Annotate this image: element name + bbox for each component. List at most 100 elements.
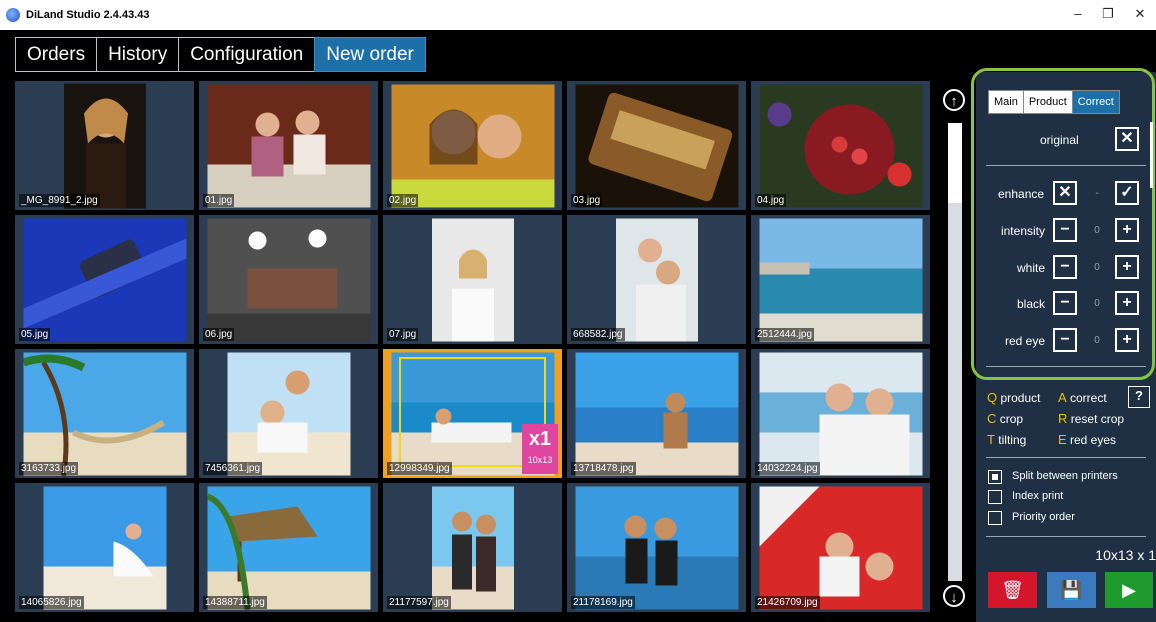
original-reset-button[interactable]: ✕ [1115,127,1139,151]
tab-configuration[interactable]: Configuration [178,37,316,72]
split-printers-label: Split between printers [1012,470,1118,482]
photo-thumbnail [759,352,922,475]
photo-filename: 14065826.jpg [19,596,84,609]
red-eye-value: 0 [1094,335,1100,346]
play-icon: ▶ [1122,580,1136,600]
black-plus-button[interactable]: + [1115,291,1139,315]
tab-product[interactable]: Product [1022,90,1073,114]
photo-tile[interactable]: _MG_8991_2.jpg [15,81,194,210]
split-printers-checkbox[interactable] [988,470,1002,484]
photo-thumbnail [227,352,350,475]
scroll-down-button[interactable]: ↓ [943,585,965,607]
black-minus-button[interactable]: − [1053,291,1077,315]
photo-filename: 07.jpg [387,328,419,341]
window-title: DiLand Studio 2.4.43.43 [26,9,150,21]
order-summary: 10x13 x 1 [1095,547,1156,563]
grid-scrollbar[interactable]: ↑ ↓ [941,85,969,615]
photo-tile[interactable]: 14065826.jpg [15,483,194,612]
photo-grid: _MG_8991_2.jpg 01.jpg 02.jpg 03.jpg 04.j… [15,81,933,616]
photo-tile[interactable]: 21177597.jpg [383,483,562,612]
help-button[interactable]: ? [1128,386,1150,408]
intensity-label: intensity [1000,224,1045,238]
shortcut-tilting: T tilting [987,432,1027,447]
close-window-button[interactable]: ✕ [1130,6,1150,22]
photo-thumbnail [431,218,514,341]
restore-button[interactable]: ❐ [1098,6,1118,22]
save-button[interactable]: 💾 [1047,572,1096,608]
photo-tile[interactable]: 668582.jpg [567,215,746,344]
photo-tile[interactable]: 02.jpg [383,81,562,210]
delete-button[interactable]: 🗑 [988,572,1037,608]
scroll-up-button[interactable]: ↑ [943,89,965,111]
photo-filename: 21426709.jpg [755,596,820,609]
enhance-on-button[interactable]: ✓ [1115,181,1139,205]
photo-filename: 02.jpg [387,194,419,207]
photo-tile[interactable]: 21426709.jpg [751,483,930,612]
photo-tile[interactable]: 2512444.jpg [751,215,930,344]
photo-filename: 12998349.jpg [387,462,452,475]
send-order-button[interactable]: ▶ [1105,572,1153,608]
index-print-label: Index print [1012,490,1064,502]
photo-filename: 21177597.jpg [387,596,451,609]
divider [986,457,1146,458]
divider [986,165,1146,166]
white-value: 0 [1094,262,1100,273]
priority-order-checkbox[interactable] [988,511,1002,525]
photo-tile-selected[interactable]: x1 10x13 12998349.jpg [383,349,562,478]
original-label: original [1040,133,1079,147]
photo-filename: 14032224.jpg [755,462,820,475]
photo-filename: 668582.jpg [571,328,625,341]
white-minus-button[interactable]: − [1053,255,1077,279]
tab-main[interactable]: Main [988,90,1024,114]
photo-tile[interactable]: 21178169.jpg [567,483,746,612]
photo-filename: 14388711.jpg [203,596,267,609]
divider [986,536,1146,537]
photo-tile[interactable]: 07.jpg [383,215,562,344]
photo-filename: 7456361.jpg [203,462,263,475]
enhance-separator: - [1095,188,1099,199]
tab-correct[interactable]: Correct [1071,90,1120,114]
index-print-checkbox[interactable] [988,490,1002,504]
white-plus-button[interactable]: + [1115,255,1139,279]
photo-tile[interactable]: 14032224.jpg [751,349,930,478]
photo-thumbnail [431,486,514,609]
photo-thumbnail [759,84,922,207]
tab-orders[interactable]: Orders [15,37,98,72]
photo-tile[interactable]: 04.jpg [751,81,930,210]
photo-tile[interactable]: 3163733.jpg [15,349,194,478]
scroll-thumb[interactable] [948,123,962,203]
intensity-plus-button[interactable]: + [1115,218,1139,242]
photo-tile[interactable]: 01.jpg [199,81,378,210]
enhance-label: enhance [998,187,1045,201]
red-eye-minus-button[interactable]: − [1053,328,1077,352]
tab-history[interactable]: History [96,37,180,72]
photo-thumbnail [207,218,370,341]
photo-thumbnail [207,486,370,609]
shortcut-red-eyes: E red eyes [1058,432,1117,447]
black-value: 0 [1094,298,1100,309]
priority-order-label: Priority order [1012,511,1075,523]
minimize-button[interactable]: – [1068,6,1088,21]
intensity-minus-button[interactable]: − [1053,218,1077,242]
photo-filename: 04.jpg [755,194,787,207]
panel-scrollbar[interactable] [1150,122,1153,188]
photo-tile[interactable]: 7456361.jpg [199,349,378,478]
shortcut-correct: A correct [1058,390,1107,405]
photo-thumbnail [391,84,554,207]
photo-tile[interactable]: 03.jpg [567,81,746,210]
main-tabs: Orders History Configuration New order [15,37,426,72]
enhance-off-button[interactable]: ✕ [1053,181,1077,205]
photo-tile[interactable]: 14388711.jpg [199,483,378,612]
photo-filename: 01.jpg [203,194,235,207]
photo-tile[interactable]: 05.jpg [15,215,194,344]
tab-new-order[interactable]: New order [314,37,426,72]
divider [986,366,1146,367]
title-bar: DiLand Studio 2.4.43.43 – ❐ ✕ [0,0,1156,30]
save-icon: 💾 [1060,580,1083,600]
red-eye-label: red eye [1004,334,1045,348]
photo-tile[interactable]: 13718478.jpg [567,349,746,478]
photo-thumbnail [43,486,166,609]
trash-icon: 🗑 [1001,580,1024,600]
red-eye-plus-button[interactable]: + [1115,328,1139,352]
photo-tile[interactable]: 06.jpg [199,215,378,344]
